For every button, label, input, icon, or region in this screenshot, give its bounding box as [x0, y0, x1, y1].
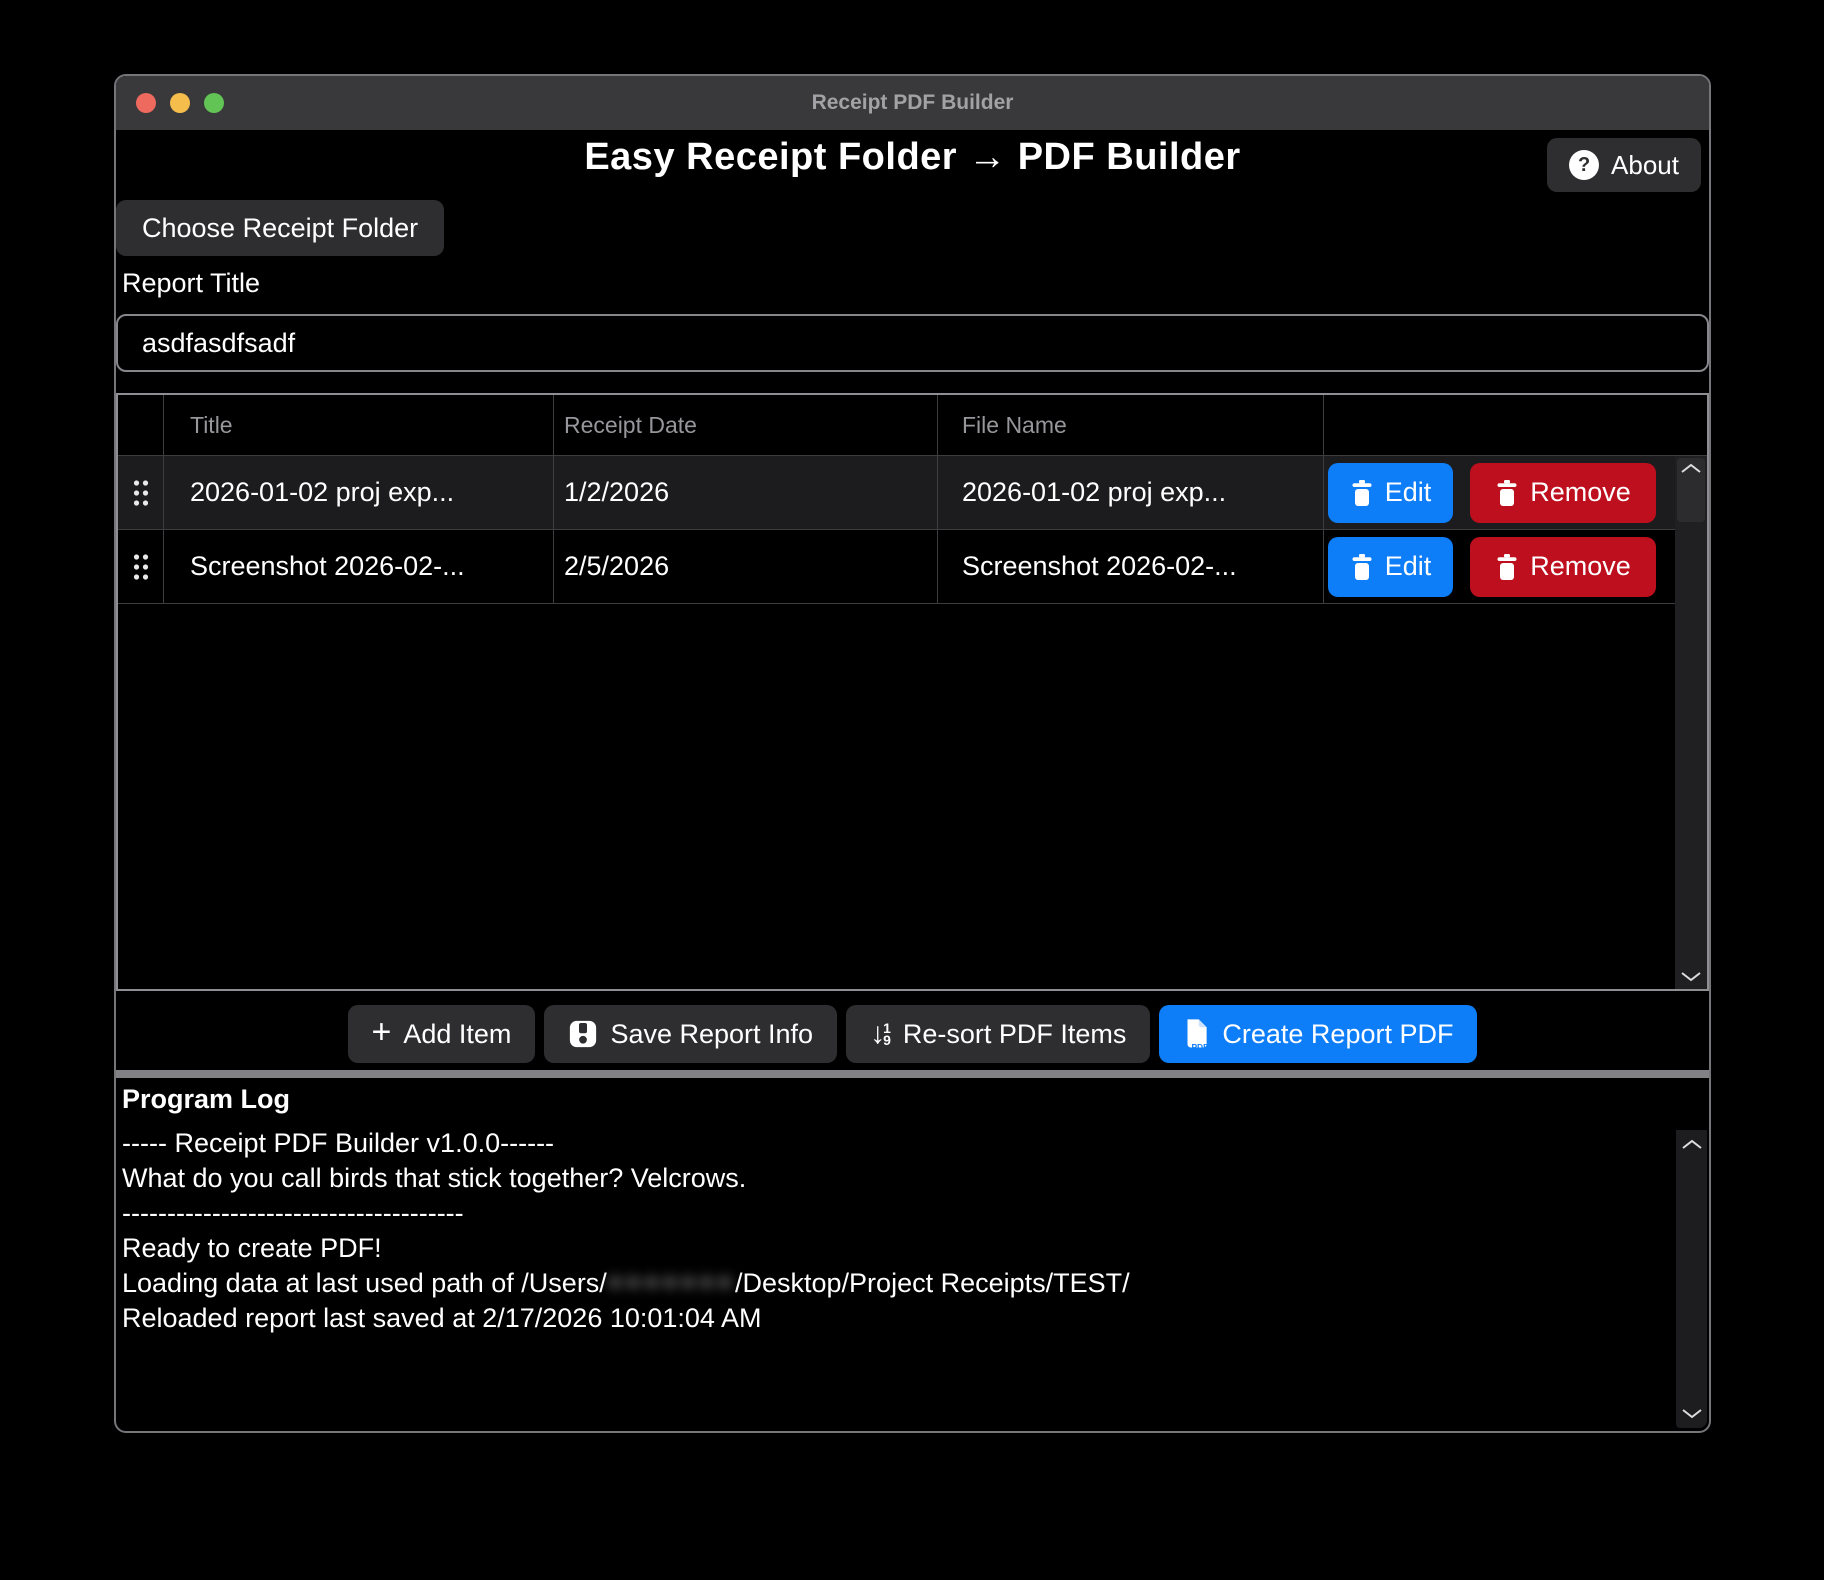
- window-title: Receipt PDF Builder: [812, 91, 1014, 115]
- cell-receipt-date: 1/2/2026: [554, 456, 938, 529]
- trash-icon: [1495, 554, 1519, 580]
- save-report-info-button[interactable]: Save Report Info: [544, 1005, 837, 1063]
- log-line: --------------------------------------: [122, 1196, 1665, 1231]
- cell-file-name: Screenshot 2026-02-...: [938, 530, 1324, 603]
- resort-pdf-items-button[interactable]: ↓ 19 Re-sort PDF Items: [846, 1005, 1150, 1063]
- remove-button-label: Remove: [1530, 551, 1631, 582]
- edit-button-label: Edit: [1385, 551, 1432, 582]
- question-circle-icon: ?: [1569, 150, 1599, 180]
- cell-title: Screenshot 2026-02-...: [164, 530, 554, 603]
- log-line: What do you call birds that stick togeth…: [122, 1161, 1665, 1196]
- table-scrollbar[interactable]: [1675, 456, 1707, 989]
- report-title-input[interactable]: [116, 314, 1709, 372]
- create-report-pdf-button[interactable]: PDF Create Report PDF: [1159, 1005, 1477, 1063]
- trash-icon: [1350, 554, 1374, 580]
- app-window: Receipt PDF Builder Easy Receipt Folder …: [114, 74, 1711, 1433]
- chevron-up-icon[interactable]: [1681, 1138, 1703, 1150]
- remove-button[interactable]: Remove: [1470, 537, 1656, 597]
- about-button[interactable]: ? About: [1547, 138, 1701, 192]
- redacted-username: ●●●●●●●: [607, 1264, 735, 1299]
- cell-receipt-date: 2/5/2026: [554, 530, 938, 603]
- column-header-receipt-date: Receipt Date: [554, 395, 938, 455]
- create-report-pdf-label: Create Report PDF: [1222, 1019, 1453, 1050]
- column-header-file-name: File Name: [938, 395, 1324, 455]
- add-item-button[interactable]: + Add Item: [348, 1005, 536, 1063]
- drag-handle[interactable]: [118, 530, 164, 603]
- program-log-output: ----- Receipt PDF Builder v1.0.0------ W…: [122, 1126, 1665, 1336]
- svg-text:PDF: PDF: [1192, 1041, 1209, 1050]
- chevron-down-icon[interactable]: [1681, 1408, 1703, 1420]
- trash-icon: [1350, 480, 1374, 506]
- remove-button[interactable]: Remove: [1470, 463, 1656, 523]
- drag-handle[interactable]: [118, 456, 164, 529]
- trash-icon: [1495, 480, 1519, 506]
- minimize-window-button[interactable]: [170, 93, 190, 113]
- traffic-lights: [136, 76, 224, 130]
- cell-title: 2026-01-02 proj exp...: [164, 456, 554, 529]
- column-header-actions: [1324, 395, 1707, 455]
- grip-dots-icon: [132, 478, 150, 508]
- report-title-label: Report Title: [122, 268, 260, 299]
- titlebar: Receipt PDF Builder: [116, 76, 1709, 130]
- resort-pdf-items-label: Re-sort PDF Items: [903, 1019, 1127, 1050]
- log-line: Ready to create PDF!: [122, 1231, 1665, 1266]
- log-scrollbar[interactable]: [1676, 1130, 1707, 1428]
- table-header-row: Title Receipt Date File Name: [118, 395, 1707, 456]
- add-item-label: Add Item: [403, 1019, 511, 1050]
- plus-icon: +: [372, 1015, 392, 1049]
- table-header-grip-spacer: [118, 395, 164, 455]
- pdf-file-icon: PDF: [1183, 1018, 1210, 1051]
- save-report-info-label: Save Report Info: [610, 1019, 813, 1050]
- log-line: Reloaded report last saved at 2/17/2026 …: [122, 1301, 1665, 1336]
- choose-receipt-folder-button[interactable]: Choose Receipt Folder: [116, 200, 444, 256]
- zoom-window-button[interactable]: [204, 93, 224, 113]
- edit-button[interactable]: Edit: [1328, 537, 1453, 597]
- chevron-down-icon[interactable]: [1680, 971, 1702, 983]
- toolbar: + Add Item Save Report Info ↓ 19 Re-sort…: [116, 1005, 1709, 1063]
- table-row: 2026-01-02 proj exp... 1/2/2026 2026-01-…: [118, 456, 1707, 530]
- log-line: ----- Receipt PDF Builder v1.0.0------: [122, 1126, 1665, 1161]
- receipt-items-table: Title Receipt Date File Name 2026-01-02 …: [116, 393, 1709, 991]
- column-header-title: Title: [164, 395, 554, 455]
- sort-numeric-icon: ↓ 19: [870, 1019, 891, 1049]
- pane-splitter-handle[interactable]: [116, 1070, 1709, 1078]
- grip-dots-icon: [132, 552, 150, 582]
- table-row: Screenshot 2026-02-... 2/5/2026 Screensh…: [118, 530, 1707, 604]
- remove-button-label: Remove: [1530, 477, 1631, 508]
- chevron-up-icon[interactable]: [1680, 462, 1702, 474]
- about-button-label: About: [1611, 150, 1679, 181]
- program-log-heading: Program Log: [122, 1084, 290, 1115]
- cell-file-name: 2026-01-02 proj exp...: [938, 456, 1324, 529]
- close-window-button[interactable]: [136, 93, 156, 113]
- page-title: Easy Receipt Folder → PDF Builder: [116, 136, 1709, 179]
- edit-button-label: Edit: [1385, 477, 1432, 508]
- edit-button[interactable]: Edit: [1328, 463, 1453, 523]
- log-line-path: Loading data at last used path of /Users…: [122, 1266, 1665, 1301]
- save-floppy-icon: [568, 1019, 598, 1049]
